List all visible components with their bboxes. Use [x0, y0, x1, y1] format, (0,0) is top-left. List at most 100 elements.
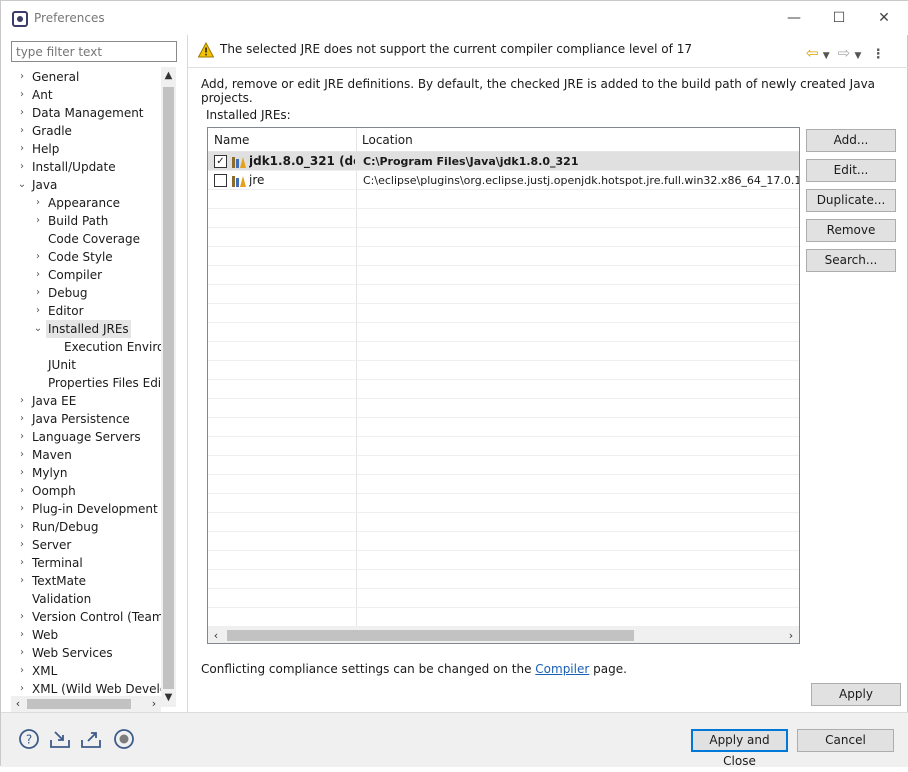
scroll-left-icon[interactable]: ‹ [11, 696, 25, 712]
tree-item[interactable]: Server [32, 536, 71, 554]
collapse-chevron-icon[interactable]: › [17, 428, 27, 446]
collapse-chevron-icon[interactable]: › [17, 86, 27, 104]
tree-item[interactable]: Web Services [32, 644, 113, 662]
tree-item[interactable]: JUnit [48, 356, 76, 374]
tree-item[interactable]: Help [32, 140, 59, 158]
oomph-record-icon[interactable] [113, 728, 135, 750]
help-icon[interactable]: ? [18, 728, 40, 750]
tree-item[interactable]: Java Persistence [32, 410, 130, 428]
tree-item[interactable]: Editor [48, 302, 84, 320]
scroll-thumb[interactable] [227, 630, 634, 641]
tree-item[interactable]: Data Management [32, 104, 144, 122]
compiler-link[interactable]: Compiler [535, 662, 589, 676]
tree-item[interactable]: Installed JREs [46, 320, 131, 338]
collapse-chevron-icon[interactable]: › [33, 266, 43, 284]
collapse-chevron-icon[interactable]: › [17, 500, 27, 518]
table-row[interactable]: jre C:\eclipse\plugins\org.eclipse.justj.… [208, 171, 799, 190]
column-header-location[interactable]: Location [356, 128, 796, 152]
tree-item[interactable]: Java [32, 176, 57, 194]
jre-checkbox[interactable]: ✓ [214, 155, 227, 168]
scroll-left-icon[interactable]: ‹ [208, 627, 224, 643]
import-icon[interactable] [49, 728, 71, 750]
collapse-chevron-icon[interactable]: › [17, 104, 27, 122]
collapse-chevron-icon[interactable]: › [33, 194, 43, 212]
tree-item[interactable]: Ant [32, 86, 53, 104]
table-row[interactable]: ✓ jdk1.8.0_321 (default) C:\Program Files\… [208, 152, 799, 171]
remove-button[interactable]: Remove [806, 219, 896, 242]
view-menu-icon[interactable]: ⋮ [872, 47, 885, 62]
collapse-chevron-icon[interactable]: › [17, 140, 27, 158]
tree-item[interactable]: Build Path [48, 212, 108, 230]
tree-item[interactable]: Install/Update [32, 158, 116, 176]
tree-item[interactable]: Gradle [32, 122, 72, 140]
export-icon[interactable] [80, 728, 102, 750]
edit-button[interactable]: Edit... [806, 159, 896, 182]
maximize-button[interactable]: ☐ [816, 1, 862, 35]
column-header-name[interactable]: Name [208, 128, 356, 152]
apply-button[interactable]: Apply [811, 683, 901, 706]
collapse-chevron-icon[interactable]: › [17, 392, 27, 410]
tree-vertical-scrollbar[interactable]: ▲ ▼ [161, 67, 176, 707]
filter-input[interactable] [11, 41, 177, 62]
collapse-chevron-icon[interactable]: › [17, 410, 27, 428]
tree-item[interactable]: Code Style [48, 248, 113, 266]
scroll-right-icon[interactable]: › [147, 696, 161, 712]
duplicate-button[interactable]: Duplicate... [806, 189, 896, 212]
collapse-chevron-icon[interactable]: › [17, 158, 27, 176]
tree-item[interactable]: Code Coverage [48, 230, 140, 248]
expand-chevron-icon[interactable]: ⌄ [17, 176, 27, 194]
tree-item[interactable]: Language Servers [32, 428, 141, 446]
scroll-up-icon[interactable]: ▲ [161, 69, 176, 83]
collapse-chevron-icon[interactable]: › [17, 464, 27, 482]
add-button[interactable]: Add... [806, 129, 896, 152]
tree-item[interactable]: TextMate [32, 572, 86, 590]
tree-item[interactable]: Compiler [48, 266, 102, 284]
tree-item[interactable]: Maven [32, 446, 72, 464]
forward-arrow-icon[interactable]: ⇨ [838, 44, 851, 62]
collapse-chevron-icon[interactable]: › [33, 302, 43, 320]
collapse-chevron-icon[interactable]: › [33, 248, 43, 266]
collapse-chevron-icon[interactable]: › [17, 536, 27, 554]
tree-item[interactable]: Oomph [32, 482, 76, 500]
scroll-thumb[interactable] [27, 699, 131, 709]
tree-item[interactable]: Run/Debug [32, 518, 99, 536]
collapse-chevron-icon[interactable]: › [17, 572, 27, 590]
scroll-down-icon[interactable]: ▼ [161, 691, 176, 705]
close-button[interactable]: ✕ [861, 1, 907, 35]
tree-item[interactable]: Terminal [32, 554, 83, 572]
collapse-chevron-icon[interactable]: › [17, 662, 27, 680]
apply-and-close-button[interactable]: Apply and Close [691, 729, 788, 768]
tree-item[interactable]: Plug-in Development [32, 500, 158, 518]
collapse-chevron-icon[interactable]: › [17, 554, 27, 572]
search-button[interactable]: Search... [806, 249, 896, 272]
tree-item[interactable]: Execution Environ [64, 338, 161, 356]
collapse-chevron-icon[interactable]: › [17, 482, 27, 500]
tree-horizontal-scrollbar[interactable]: ‹ › [11, 696, 161, 712]
tree-item[interactable]: Java EE [32, 392, 76, 410]
scroll-thumb[interactable] [163, 87, 174, 689]
minimize-button[interactable]: — [771, 1, 817, 35]
collapse-chevron-icon[interactable]: › [17, 608, 27, 626]
forward-menu-chevron-icon[interactable]: ▼ [855, 51, 862, 61]
jre-checkbox[interactable] [214, 174, 227, 187]
collapse-chevron-icon[interactable]: › [17, 518, 27, 536]
tree-item[interactable]: Mylyn [32, 464, 68, 482]
tree-item[interactable]: Debug [48, 284, 87, 302]
cancel-button[interactable]: Cancel [797, 729, 894, 752]
collapse-chevron-icon[interactable]: › [17, 122, 27, 140]
back-menu-chevron-icon[interactable]: ▼ [823, 51, 830, 61]
collapse-chevron-icon[interactable]: › [17, 446, 27, 464]
tree-item[interactable]: Properties Files Edito [48, 374, 161, 392]
scroll-right-icon[interactable]: › [783, 627, 799, 643]
collapse-chevron-icon[interactable]: › [17, 644, 27, 662]
collapse-chevron-icon[interactable]: › [17, 626, 27, 644]
tree-item[interactable]: Web [32, 626, 58, 644]
table-horizontal-scrollbar[interactable]: ‹ › [208, 627, 799, 643]
collapse-chevron-icon[interactable]: › [17, 68, 27, 86]
tree-item[interactable]: Version Control (Team) [32, 608, 161, 626]
tree-item[interactable]: XML [32, 662, 57, 680]
collapse-chevron-icon[interactable]: › [33, 212, 43, 230]
expand-chevron-icon[interactable]: ⌄ [33, 320, 43, 338]
tree-item[interactable]: General [32, 68, 79, 86]
collapse-chevron-icon[interactable]: › [33, 284, 43, 302]
